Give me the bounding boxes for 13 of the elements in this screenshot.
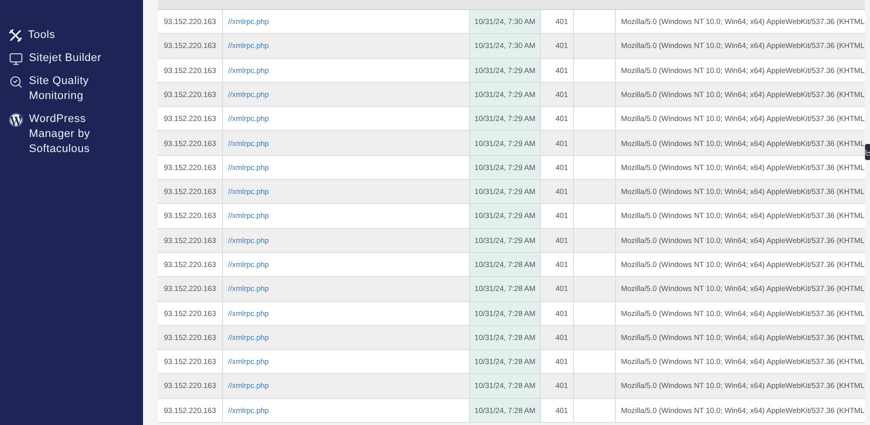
search-icon <box>9 75 23 89</box>
sidebar-item[interactable]: Site Quality Monitoring <box>9 74 134 104</box>
chart-icon <box>865 148 870 156</box>
sidebar-item[interactable]: Tools <box>9 28 134 43</box>
sidebar-item-label: Tools <box>28 28 56 43</box>
monitor-icon <box>9 52 23 66</box>
w-logo-icon <box>9 113 23 127</box>
sidebar-item-label: Sitejet Builder <box>29 51 102 66</box>
sidebar-item[interactable]: WordPress Manager by Softaculous <box>9 112 134 157</box>
sidebar-item-label: Site Quality Monitoring <box>29 74 90 104</box>
sidebar-item-label: WordPress Manager by Softaculous <box>29 112 92 157</box>
tools-icon <box>9 29 22 42</box>
sidebar-item[interactable]: Sitejet Builder <box>9 51 134 66</box>
